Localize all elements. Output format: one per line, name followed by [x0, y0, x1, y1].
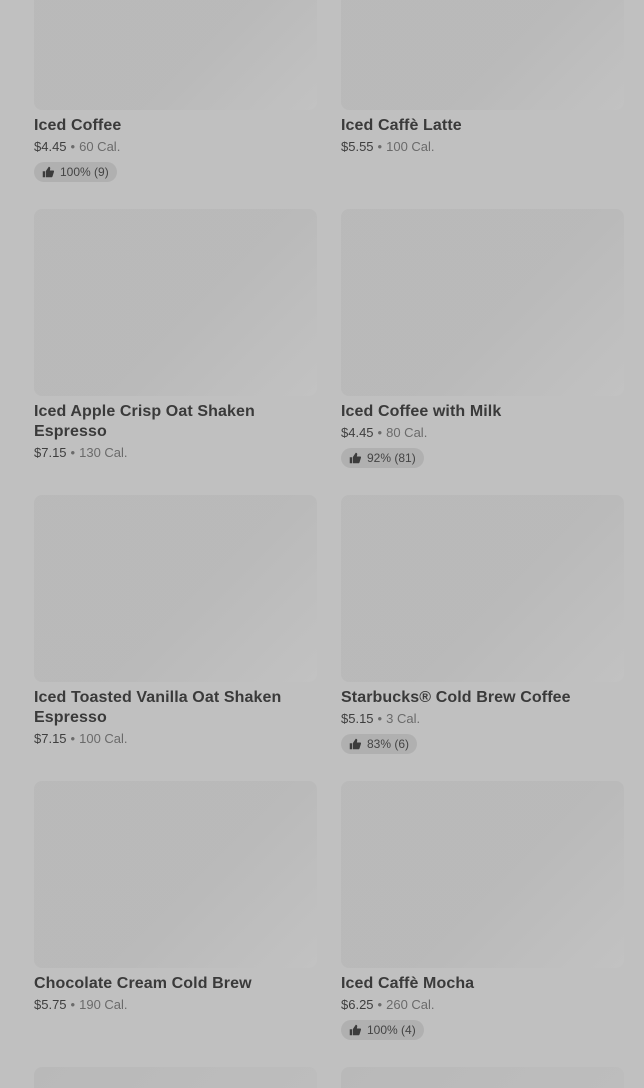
menu-item-card[interactable]: Iced Caffè Mocha $6.25 • 260 Cal. 100% (4): [341, 781, 624, 1041]
menu-item-card[interactable]: Iced Coffee with Milk $4.45 • 80 Cal. 92% …: [341, 209, 624, 469]
item-calories: 100 Cal.: [79, 731, 128, 746]
rating-text: 100% (9): [60, 165, 109, 179]
thumbs-up-icon: [349, 452, 361, 464]
item-image[interactable]: [34, 781, 317, 968]
item-calories: 190 Cal.: [79, 997, 128, 1012]
item-name: Iced Caffè Latte: [341, 117, 462, 134]
item-price: $6.25: [341, 997, 374, 1012]
menu-grid: Iced Coffee $4.45 • 60 Cal. 100% (9) Iced …: [0, 0, 644, 1088]
item-name: Iced Coffee: [34, 117, 122, 134]
meta-separator: •: [70, 997, 76, 1012]
meta-separator: •: [70, 731, 76, 746]
item-image[interactable]: [34, 495, 317, 682]
item-meta: $7.15 • 100 Cal.: [34, 730, 317, 748]
menu-item-card[interactable]: Iced Apple Crisp Oat Shaken Espresso $7.…: [34, 209, 317, 462]
item-image[interactable]: [34, 1067, 317, 1088]
item-calories: 60 Cal.: [79, 139, 121, 154]
meta-separator: •: [70, 445, 76, 460]
meta-separator: •: [377, 425, 383, 440]
meta-separator: •: [70, 139, 76, 154]
meta-separator: •: [377, 711, 383, 726]
item-price: $7.15: [34, 445, 67, 460]
item-price: $7.15: [34, 731, 67, 746]
item-meta: $4.45 • 60 Cal.: [34, 138, 317, 156]
meta-separator: •: [377, 997, 383, 1012]
item-calories: 3 Cal.: [386, 711, 421, 726]
menu-item-card[interactable]: Chocolate Cream Cold Brew $5.75 • 190 Cal.: [34, 781, 317, 1014]
item-name: Starbucks® Cold Brew Coffee: [341, 689, 571, 706]
rating-text: 100% (4): [367, 1023, 416, 1037]
item-name: Iced Coffee with Milk: [341, 403, 502, 420]
item-calories: 260 Cal.: [386, 997, 435, 1012]
item-image[interactable]: [341, 0, 624, 110]
item-name: Chocolate Cream Cold Brew: [34, 975, 252, 992]
item-image[interactable]: [341, 781, 624, 968]
rating-badge: 100% (4): [341, 1020, 424, 1040]
item-meta: $5.55 • 100 Cal.: [341, 138, 624, 156]
item-price: $4.45: [341, 425, 374, 440]
menu-item-card[interactable]: Iced Caffè Latte $5.55 • 100 Cal.: [341, 0, 624, 156]
menu-item-card[interactable]: Iced Coffee $4.45 • 60 Cal. 100% (9): [34, 0, 317, 183]
item-image[interactable]: [34, 209, 317, 396]
item-price: $4.45: [34, 139, 67, 154]
item-meta: $6.25 • 260 Cal.: [341, 996, 624, 1014]
item-price: $5.75: [34, 997, 67, 1012]
item-meta: $5.75 • 190 Cal.: [34, 996, 317, 1014]
item-meta: $7.15 • 130 Cal.: [34, 444, 317, 462]
item-price: $5.55: [341, 139, 374, 154]
thumbs-up-icon: [42, 166, 54, 178]
item-name: Iced Apple Crisp Oat Shaken Espresso: [34, 403, 255, 440]
rating-badge: 92% (81): [341, 448, 424, 468]
item-name: Iced Toasted Vanilla Oat Shaken Espresso: [34, 689, 282, 726]
thumbs-up-icon: [349, 1024, 361, 1036]
thumbs-up-icon: [349, 738, 361, 750]
item-meta: $4.45 • 80 Cal.: [341, 424, 624, 442]
menu-item-card[interactable]: Iced Toasted Vanilla Oat Shaken Espresso…: [34, 495, 317, 748]
rating-badge: 100% (9): [34, 162, 117, 182]
item-name: Iced Caffè Mocha: [341, 975, 475, 992]
rating-badge: 83% (6): [341, 734, 418, 754]
item-calories: 100 Cal.: [386, 139, 435, 154]
item-calories: 80 Cal.: [386, 425, 428, 440]
item-calories: 130 Cal.: [79, 445, 128, 460]
menu-item-card[interactable]: Starbucks® Cold Brew Coffee $5.15 • 3 Cal.…: [341, 495, 624, 755]
item-meta: $5.15 • 3 Cal.: [341, 710, 624, 728]
item-image[interactable]: [341, 1067, 624, 1088]
rating-text: 92% (81): [367, 451, 416, 465]
item-image[interactable]: [341, 209, 624, 396]
item-image[interactable]: [341, 495, 624, 682]
item-image[interactable]: [34, 0, 317, 110]
item-price: $5.15: [341, 711, 374, 726]
meta-separator: •: [377, 139, 383, 154]
rating-text: 83% (6): [367, 737, 410, 751]
